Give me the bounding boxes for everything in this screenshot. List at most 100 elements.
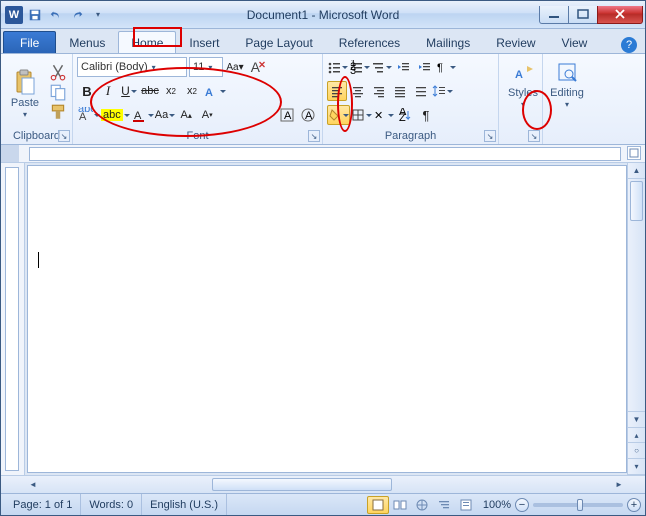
multilevel-list-button[interactable] xyxy=(371,57,392,77)
line-spacing-button[interactable] xyxy=(432,81,453,101)
zoom-in-button[interactable]: + xyxy=(627,498,641,512)
font-dialog-launcher[interactable]: ↘ xyxy=(308,130,320,142)
clipboard-dialog-launcher[interactable]: ↘ xyxy=(58,130,70,142)
zoom-slider[interactable] xyxy=(533,503,623,507)
align-center-button[interactable] xyxy=(348,81,368,101)
outline-view-icon[interactable] xyxy=(433,496,455,514)
tab-view[interactable]: View xyxy=(549,31,601,53)
ltr-direction-button[interactable]: ¶ xyxy=(435,57,456,77)
ribbon-tabs: File Menus Home Insert Page Layout Refer… xyxy=(1,29,645,53)
asian-layout-button[interactable]: ✕ xyxy=(373,105,394,125)
tab-page-layout[interactable]: Page Layout xyxy=(232,31,325,53)
browse-object-icon[interactable]: ○ xyxy=(628,443,645,459)
borders-button[interactable] xyxy=(351,105,372,125)
full-screen-view-icon[interactable] xyxy=(389,496,411,514)
help-icon[interactable]: ? xyxy=(621,37,637,53)
highlight-button[interactable]: abc xyxy=(101,105,130,125)
scroll-up-icon[interactable]: ▲ xyxy=(628,163,645,179)
paragraph-dialog-launcher[interactable]: ↘ xyxy=(484,130,496,142)
maximize-button[interactable] xyxy=(568,6,598,24)
find-icon xyxy=(553,58,581,86)
ruler-toggle-icon[interactable] xyxy=(627,146,641,160)
paste-label: Paste xyxy=(11,97,39,109)
shading-button[interactable] xyxy=(327,105,350,125)
svg-text:3: 3 xyxy=(350,65,356,74)
bullets-button[interactable] xyxy=(327,57,348,77)
shrink-font-button[interactable]: A▾ xyxy=(197,105,217,125)
tab-mailings[interactable]: Mailings xyxy=(413,31,483,53)
font-color-button[interactable]: A xyxy=(131,105,154,125)
vertical-scrollbar[interactable]: ▲ ▼ ▴ ○ ▾ xyxy=(627,163,645,475)
close-button[interactable] xyxy=(597,6,643,24)
redo-icon[interactable] xyxy=(68,6,86,24)
justify-button[interactable] xyxy=(390,81,410,101)
undo-icon[interactable] xyxy=(47,6,65,24)
tab-references[interactable]: References xyxy=(326,31,413,53)
horizontal-ruler[interactable] xyxy=(1,145,645,163)
scroll-right-icon[interactable]: ► xyxy=(611,476,627,493)
styles-dialog-launcher[interactable]: ↘ xyxy=(528,130,540,142)
numbering-button[interactable]: 123 xyxy=(349,57,370,77)
draft-view-icon[interactable] xyxy=(455,496,477,514)
cut-icon[interactable] xyxy=(49,63,67,81)
font-size-combo[interactable]: 11▾ xyxy=(189,57,223,77)
save-icon[interactable] xyxy=(26,6,44,24)
hscroll-thumb[interactable] xyxy=(212,478,392,491)
character-border-button[interactable]: A xyxy=(277,105,297,125)
app-window: W ▾ Document1 - Microsoft Word File Menu… xyxy=(0,0,646,516)
word-app-icon[interactable]: W xyxy=(5,6,23,24)
align-right-button[interactable] xyxy=(369,81,389,101)
underline-button[interactable]: U xyxy=(119,81,139,101)
scroll-left-icon[interactable]: ◄ xyxy=(25,476,41,493)
paste-button[interactable]: Paste ▾ xyxy=(5,56,45,128)
horizontal-scrollbar[interactable]: ◄ ► xyxy=(1,475,645,493)
zoom-out-button[interactable]: − xyxy=(515,498,529,512)
superscript-button[interactable]: x2 xyxy=(182,81,202,101)
grow-font-button[interactable]: A▴ xyxy=(176,105,196,125)
text-effects-button[interactable]: A xyxy=(203,81,226,101)
change-case-button[interactable]: Aa▾ xyxy=(225,57,245,77)
sort-button[interactable]: AZ xyxy=(395,105,415,125)
zoom-slider-thumb[interactable] xyxy=(577,499,583,511)
bold-button[interactable]: B xyxy=(77,81,97,101)
print-layout-view-icon[interactable] xyxy=(367,496,389,514)
clear-formatting-icon[interactable]: A xyxy=(247,57,267,77)
format-painter-icon[interactable] xyxy=(49,103,67,121)
align-left-button[interactable] xyxy=(327,81,347,101)
previous-page-icon[interactable]: ▴ xyxy=(628,427,645,443)
status-page[interactable]: Page: 1 of 1 xyxy=(5,494,81,515)
show-hide-button[interactable]: ¶ xyxy=(416,105,436,125)
subscript-button[interactable]: x2 xyxy=(161,81,181,101)
group-editing: Editing ▾ xyxy=(543,54,593,144)
svg-text:Z: Z xyxy=(399,112,406,122)
editing-button[interactable]: Editing ▾ xyxy=(547,56,587,109)
italic-button[interactable]: I xyxy=(98,81,118,101)
vertical-ruler[interactable] xyxy=(1,163,25,475)
qat-customize-icon[interactable]: ▾ xyxy=(89,6,107,24)
next-page-icon[interactable]: ▾ xyxy=(628,459,645,475)
decrease-indent-button[interactable] xyxy=(393,57,413,77)
strikethrough-button[interactable]: abc xyxy=(140,81,160,101)
tab-file[interactable]: File xyxy=(3,31,56,53)
increase-indent-button[interactable] xyxy=(414,57,434,77)
distributed-button[interactable] xyxy=(411,81,431,101)
tab-home[interactable]: Home xyxy=(118,31,176,53)
tab-menus[interactable]: Menus xyxy=(56,31,118,53)
tab-review[interactable]: Review xyxy=(483,31,548,53)
status-language[interactable]: English (U.S.) xyxy=(142,494,227,515)
scroll-down-icon[interactable]: ▼ xyxy=(628,411,645,427)
change-case-aa-button[interactable]: Aa xyxy=(155,105,175,125)
web-layout-view-icon[interactable] xyxy=(411,496,433,514)
zoom-label[interactable]: 100% xyxy=(483,499,511,511)
status-words[interactable]: Words: 0 xyxy=(81,494,142,515)
styles-button[interactable]: A Styles ▾ xyxy=(503,56,543,109)
status-bar: Page: 1 of 1 Words: 0 English (U.S.) 100… xyxy=(1,493,645,515)
document-page[interactable] xyxy=(27,165,627,473)
copy-icon[interactable] xyxy=(49,83,67,101)
font-family-combo[interactable]: Calibri (Body)▾ xyxy=(77,57,187,77)
enclose-characters-button[interactable]: A xyxy=(298,105,318,125)
scroll-thumb[interactable] xyxy=(630,181,643,221)
tab-insert[interactable]: Insert xyxy=(176,31,232,53)
phonetic-guide-button[interactable]: Aabc xyxy=(77,105,100,125)
minimize-button[interactable] xyxy=(539,6,569,24)
